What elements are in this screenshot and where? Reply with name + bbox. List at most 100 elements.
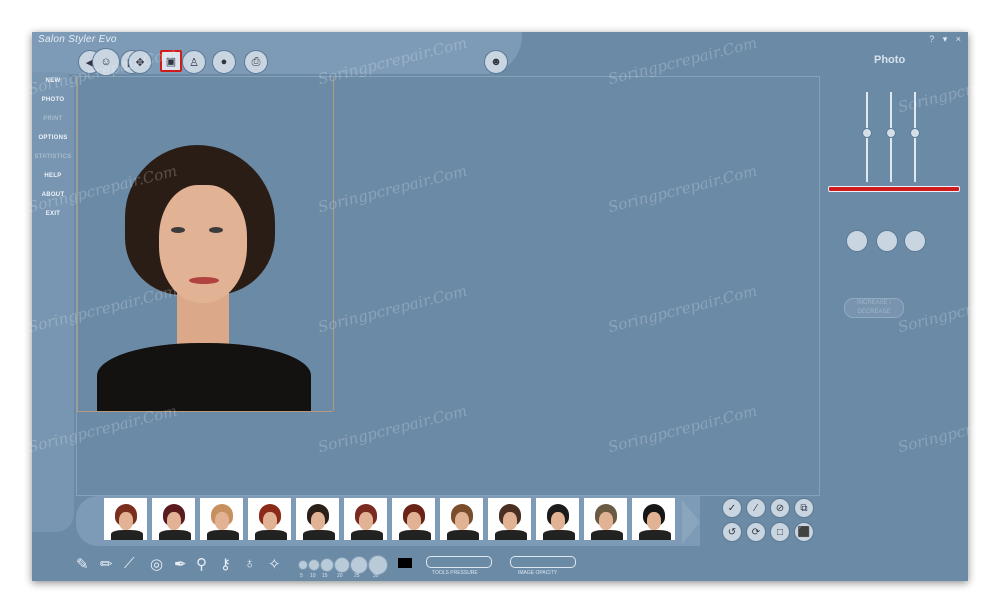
mirror-figure-icon[interactable]: ♙	[182, 50, 206, 74]
hairstyle-thumb[interactable]	[104, 498, 147, 540]
eye	[171, 227, 185, 233]
thumb-face	[599, 512, 613, 530]
thumb-shirt	[351, 530, 383, 540]
menu-photo[interactable]: PHOTO	[32, 97, 74, 103]
size-label: 10	[310, 573, 316, 579]
hairstyle-thumb[interactable]	[200, 498, 243, 540]
brightness-icon[interactable]	[862, 128, 872, 138]
hairstyle-thumb[interactable]	[152, 498, 195, 540]
shirt	[97, 343, 311, 411]
brush-icon[interactable]: ✎	[76, 555, 89, 573]
hairstyle-thumb[interactable]	[440, 498, 483, 540]
tools-pressure-slider[interactable]	[426, 556, 492, 568]
thumb-shirt	[495, 530, 527, 540]
app-title: Salon Styler Evo	[38, 34, 117, 45]
hairstyle-thumb[interactable]	[488, 498, 531, 540]
menu-options[interactable]: OPTIONS	[32, 135, 74, 141]
thumb-shirt	[303, 530, 335, 540]
menu-help[interactable]: HELP	[32, 173, 74, 179]
hair-model-icon[interactable]: ●	[212, 50, 236, 74]
color-swatch[interactable]	[398, 558, 412, 568]
size-label: 20	[337, 573, 343, 579]
avatar-icon[interactable]: ☻	[484, 50, 508, 74]
save-icon[interactable]: ⬛	[794, 522, 814, 542]
copy-icon[interactable]: ⧉	[794, 498, 814, 518]
guide-line	[77, 77, 78, 411]
comb-icon[interactable]: ⟋	[124, 555, 135, 572]
thumb-shirt	[159, 530, 191, 540]
guide-line	[77, 411, 333, 412]
thumb-face	[647, 512, 661, 530]
selection-indicator	[828, 186, 960, 192]
brush-size-15[interactable]	[320, 558, 334, 572]
thumb-face	[167, 512, 181, 530]
image-opacity-slider[interactable]	[510, 556, 576, 568]
hair-color-icon[interactable]	[846, 230, 868, 252]
hairstyle-thumb[interactable]	[392, 498, 435, 540]
thumb-shirt	[591, 530, 623, 540]
thumb-face	[551, 512, 565, 530]
thumb-shirt	[255, 530, 287, 540]
size-label: 5	[300, 573, 303, 579]
tools-pressure-label: TOOLS PRESSURE	[432, 570, 478, 576]
thumb-face	[407, 512, 421, 530]
check-icon[interactable]: ✓	[722, 498, 742, 518]
hair-color-icon[interactable]	[876, 230, 898, 252]
thumb-shirt	[447, 530, 479, 540]
thumb-face	[455, 512, 469, 530]
spray-icon[interactable]: ⚲	[196, 555, 207, 573]
square-icon[interactable]: □	[770, 522, 790, 542]
sidebar-menu: NEW PHOTO PRINT OPTIONS STATISTICS HELP …	[32, 72, 74, 532]
hairstyle-thumb[interactable]	[632, 498, 675, 540]
contrast-icon[interactable]	[886, 128, 896, 138]
size-label: 25	[354, 573, 360, 579]
wand-icon[interactable]: ✧	[268, 555, 281, 573]
hairstyle-thumb[interactable]	[248, 498, 291, 540]
slash-icon[interactable]: ⁄	[746, 498, 766, 518]
hairstyle-thumb[interactable]	[584, 498, 627, 540]
saturation-icon[interactable]	[910, 128, 920, 138]
lips	[189, 277, 219, 284]
increase-decrease-button[interactable]: INCREASE / DECREASE	[844, 298, 904, 318]
hairstyle-thumb[interactable]	[296, 498, 339, 540]
eye	[209, 227, 223, 233]
bottom-toolbar: ✎ ✏ ⟋ ◎ ✒ ⚲ ⚷ ♁ ✧ 5 10 15 20 25 30 TOOLS…	[76, 552, 636, 579]
hairstyle-thumb[interactable]	[536, 498, 579, 540]
thumb-shirt	[543, 530, 575, 540]
undo-icon[interactable]: ↺	[722, 522, 742, 542]
brush-size-10[interactable]	[308, 559, 320, 571]
menu-statistics[interactable]: STATISTICS	[32, 154, 74, 160]
thumb-face	[119, 512, 133, 530]
hair-color-icon[interactable]	[904, 230, 926, 252]
thumb-shirt	[207, 530, 239, 540]
size-label: 30	[373, 573, 379, 579]
ring-icon[interactable]: ◎	[150, 555, 163, 573]
panel-title: Photo	[874, 54, 906, 66]
thumb-face	[311, 512, 325, 530]
hairstyle-thumb[interactable]	[344, 498, 387, 540]
brush-size-5[interactable]	[298, 560, 308, 570]
thumb-shirt	[639, 530, 671, 540]
print-icon[interactable]: ⎙	[244, 50, 268, 74]
thumb-shirt	[111, 530, 143, 540]
guide-line	[333, 77, 334, 411]
rotate-icon[interactable]: ⟳	[746, 522, 766, 542]
thumb-face	[359, 512, 373, 530]
brush-size-25[interactable]	[350, 556, 368, 574]
size-label: 15	[322, 573, 328, 579]
lasso-icon[interactable]: ♁	[244, 555, 255, 572]
thumb-face	[503, 512, 517, 530]
window-controls[interactable]: ? ▾ ×	[929, 34, 964, 45]
no-hair-icon[interactable]: ⊘	[770, 498, 790, 518]
image-opacity-label: IMAGE OPACITY	[518, 570, 558, 576]
thumb-face	[263, 512, 277, 530]
dropper-icon[interactable]: ⚷	[220, 555, 231, 573]
thumb-shirt	[399, 530, 431, 540]
pen-icon[interactable]: ✒	[174, 555, 187, 573]
menu-print[interactable]: PRINT	[32, 116, 74, 122]
pencil-icon[interactable]: ✏	[100, 555, 113, 573]
strip-next-icon[interactable]	[682, 500, 700, 544]
thumb-face	[215, 512, 229, 530]
brush-size-20[interactable]	[334, 557, 350, 573]
brush-size-30[interactable]	[368, 555, 388, 575]
